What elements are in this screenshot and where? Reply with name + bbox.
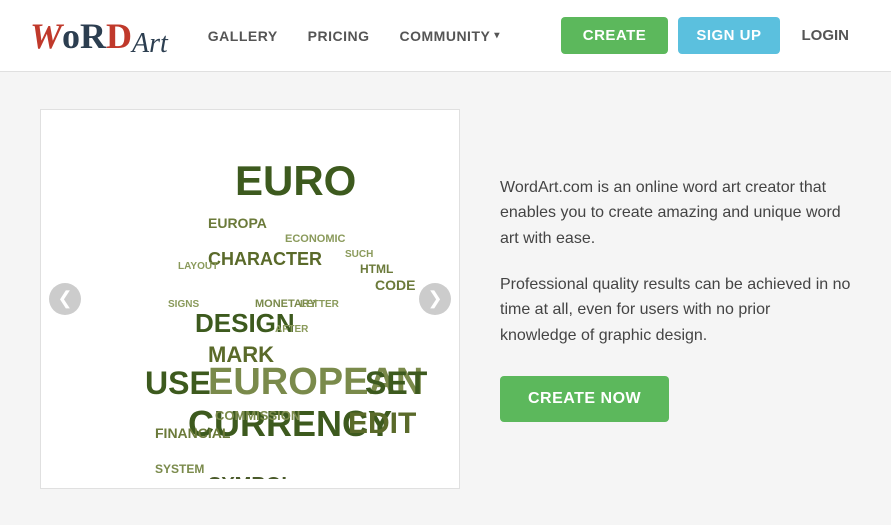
logo-r: R — [80, 16, 106, 56]
word-art-display: EURO EUROPA ECONOMIC SUCH HTML CHARACTER CODE L… — [60, 119, 440, 479]
word-cloud-word: ECONOMIC — [285, 233, 346, 245]
logo-art: Art — [132, 28, 168, 60]
word-cloud-word: LAYOUT — [178, 261, 218, 272]
word-cloud-word: SYSTEM — [155, 462, 204, 476]
login-button[interactable]: LOGIN — [790, 17, 862, 54]
main-content: ❮ EURO EUROPA ECONOMIC SUCH HTML CHARACTER COD… — [0, 72, 891, 525]
header: WoRD Art GALLERY PRICING COMMUNITY ▾ CRE… — [0, 0, 891, 72]
description-2: Professional quality results can be achi… — [500, 272, 851, 349]
signup-button[interactable]: SIGN UP — [678, 17, 779, 54]
carousel-next-button[interactable]: ❯ — [419, 283, 451, 315]
logo-d: D — [106, 16, 132, 56]
header-actions: CREATE SIGN UP LOGIN — [561, 17, 861, 54]
word-cloud-word: CHARACTER — [208, 249, 322, 270]
carousel-prev-button[interactable]: ❮ — [49, 283, 81, 315]
word-cloud-word: LETTER — [300, 299, 339, 310]
word-cloud-word: CODE — [375, 277, 415, 293]
logo: WoRD Art — [30, 15, 168, 57]
word-art-carousel: ❮ EURO EUROPA ECONOMIC SUCH HTML CHARACTER COD… — [40, 109, 460, 489]
create-button[interactable]: CREATE — [561, 17, 669, 54]
word-cloud-word: USE — [145, 365, 211, 402]
word-cloud-word: SYMBOL — [208, 474, 294, 479]
word-cloud-word: AFTER — [275, 324, 308, 335]
logo-o: o — [62, 16, 80, 56]
logo-w: W — [30, 16, 62, 56]
nav-pricing[interactable]: PRICING — [308, 28, 370, 44]
word-cloud-word: EDIT — [348, 407, 416, 441]
word-cloud-word: SET — [365, 365, 427, 402]
logo-word: WoRD — [30, 15, 132, 57]
word-cloud-word: SUCH — [345, 249, 373, 260]
community-dropdown-arrow: ▾ — [494, 30, 500, 41]
word-cloud-word: HTML — [360, 262, 393, 276]
description-1: WordArt.com is an online word art creato… — [500, 175, 851, 252]
right-content: WordArt.com is an online word art creato… — [500, 175, 851, 423]
main-nav: GALLERY PRICING COMMUNITY ▾ — [208, 28, 561, 44]
word-cloud-word: FINANCIAL — [155, 425, 230, 441]
word-cloud-word: COMMISSION — [215, 408, 300, 423]
nav-gallery[interactable]: GALLERY — [208, 28, 278, 44]
word-cloud-word: EURO — [235, 157, 356, 205]
create-now-button[interactable]: CREATE NOW — [500, 376, 669, 422]
word-cloud-word: EUROPA — [208, 215, 267, 231]
nav-community[interactable]: COMMUNITY ▾ — [400, 28, 500, 44]
